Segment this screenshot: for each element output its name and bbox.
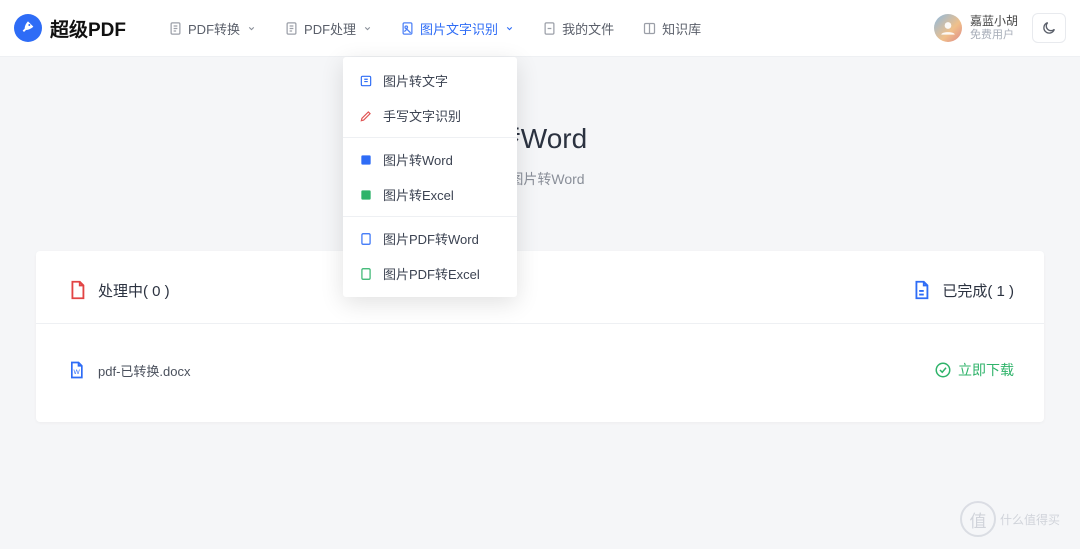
page-title-area: 转Word 费图片转Word [0, 57, 1080, 189]
download-button[interactable]: 立即下载 [934, 360, 1014, 380]
nav-label: 知识库 [662, 19, 701, 38]
app-header: 超级PDF PDF转换 PDF处理 图片文字识别 我的文件 知识库 [0, 0, 1080, 57]
chevron-down-icon [363, 24, 372, 33]
brand-name: 超级PDF [50, 15, 126, 42]
book-icon [642, 21, 657, 36]
main-nav: PDF转换 PDF处理 图片文字识别 我的文件 知识库 [154, 0, 715, 57]
chevron-down-icon [247, 24, 256, 33]
folder-icon [542, 21, 557, 36]
nav-my-files[interactable]: 我的文件 [528, 0, 628, 57]
nav-image-ocr[interactable]: 图片文字识别 [386, 0, 528, 57]
user-name: 嘉蓝小胡 [970, 14, 1018, 28]
document-icon [910, 279, 932, 301]
theme-toggle[interactable] [1032, 13, 1066, 43]
dropdown-item-image-to-word[interactable]: 图片转Word [343, 142, 517, 177]
dropdown-item-image-to-text[interactable]: 图片转文字 [343, 63, 517, 98]
watermark-text: 什么值得买 [1000, 511, 1060, 528]
dropdown-item-image-to-excel[interactable]: 图片转Excel [343, 177, 517, 212]
download-label: 立即下载 [958, 360, 1014, 380]
conversion-panel: 处理中( 0 ) 继续转换 已完成( 1 ) W pdf-已转换.docx 立即… [36, 251, 1044, 422]
completed-label: 已完成( 1 ) [942, 280, 1014, 301]
file-name: pdf-已转换.docx [98, 361, 190, 380]
pen-icon [359, 109, 373, 123]
nav-pdf-process[interactable]: PDF处理 [270, 0, 386, 57]
header-right: 嘉蓝小胡 免费用户 [934, 13, 1066, 43]
excel-icon [359, 188, 373, 202]
rocket-icon [14, 14, 42, 42]
brand-logo[interactable]: 超级PDF [14, 14, 126, 42]
image-scan-icon [400, 21, 415, 36]
nav-label: PDF转换 [188, 19, 240, 38]
watermark: 值 什么值得买 [950, 499, 1070, 539]
divider [343, 216, 517, 217]
nav-knowledge[interactable]: 知识库 [628, 0, 715, 57]
document-icon [168, 21, 183, 36]
moon-icon [1041, 20, 1057, 36]
panel-body: W pdf-已转换.docx 立即下载 [36, 324, 1044, 422]
document-icon [284, 21, 299, 36]
pdf-icon [66, 279, 88, 301]
dropdown-label: 图片转文字 [383, 71, 448, 90]
page-title: 转Word [0, 117, 1080, 157]
dropdown-label: 图片转Word [383, 150, 453, 169]
divider [343, 137, 517, 138]
completed-section[interactable]: 已完成( 1 ) [910, 279, 1014, 301]
dropdown-label: 图片PDF转Excel [383, 264, 480, 283]
check-circle-icon [934, 361, 952, 379]
watermark-badge: 值 [960, 501, 996, 537]
text-icon [359, 74, 373, 88]
image-ocr-dropdown: 图片转文字 手写文字识别 图片转Word 图片转Excel 图片PDF转Word… [343, 57, 517, 297]
dropdown-item-imagepdf-to-word[interactable]: 图片PDF转Word [343, 221, 517, 256]
pdf-excel-icon [359, 267, 373, 281]
avatar [934, 14, 962, 42]
user-tier: 免费用户 [970, 29, 1018, 42]
user-text: 嘉蓝小胡 免费用户 [970, 14, 1018, 42]
processing-label: 处理中( 0 ) [98, 280, 170, 301]
dropdown-label: 手写文字识别 [383, 106, 461, 125]
user-profile[interactable]: 嘉蓝小胡 免费用户 [934, 14, 1018, 42]
dropdown-label: 图片转Excel [383, 185, 454, 204]
dropdown-label: 图片PDF转Word [383, 229, 479, 248]
svg-text:W: W [74, 369, 81, 376]
file-row[interactable]: W pdf-已转换.docx [66, 360, 190, 380]
dropdown-item-imagepdf-to-excel[interactable]: 图片PDF转Excel [343, 256, 517, 291]
dropdown-item-handwriting[interactable]: 手写文字识别 [343, 98, 517, 133]
word-file-icon: W [66, 360, 86, 380]
panel-head: 处理中( 0 ) 继续转换 已完成( 1 ) [36, 251, 1044, 324]
pdf-word-icon [359, 232, 373, 246]
processing-section[interactable]: 处理中( 0 ) [66, 279, 170, 301]
nav-label: 图片文字识别 [420, 19, 498, 38]
nav-pdf-convert[interactable]: PDF转换 [154, 0, 270, 57]
chevron-down-icon [505, 24, 514, 33]
nav-label: PDF处理 [304, 19, 356, 38]
page-subtitle: 费图片转Word [0, 169, 1080, 189]
nav-label: 我的文件 [562, 19, 614, 38]
word-icon [359, 153, 373, 167]
